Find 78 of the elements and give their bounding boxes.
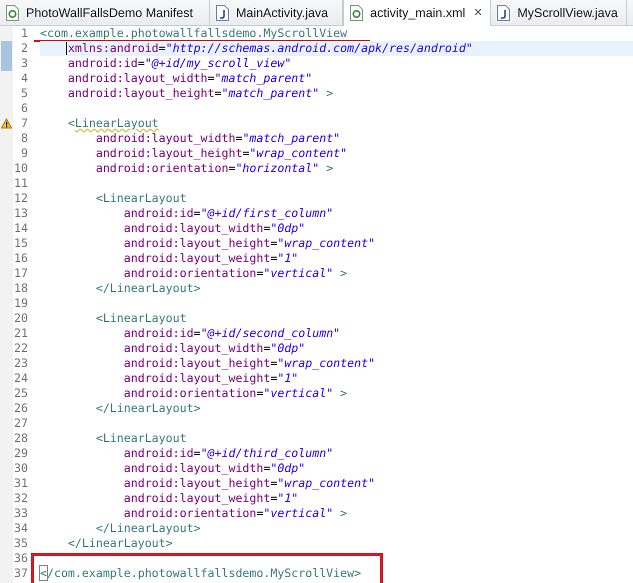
editor-tab[interactable]: activity_main.xml ✕ (343, 0, 492, 26)
code-line: android:layout_width="match_parent" (68, 71, 312, 86)
code-line: android:orientation="vertical" > (124, 386, 348, 401)
editor-tab[interactable]: PhotoWallFallsDemo Manifest (0, 0, 210, 25)
code-line: android:id="@+id/first_column" (124, 206, 334, 221)
line-number: 10 (13, 161, 29, 176)
code-line: <LinearLayout (96, 431, 187, 446)
code-line: xmlns:android="http://schemas.android.com/apk/res/android" (68, 41, 473, 56)
line-number: 9 (20, 146, 29, 161)
editor-tab[interactable]: MainActivity.java (210, 0, 344, 25)
code-line: android:layout_width="match_parent" (96, 131, 340, 146)
code-line: android:layout_height="wrap_content" (124, 236, 376, 251)
editor-tab[interactable]: MyScrollView.java (491, 0, 627, 25)
close-icon[interactable]: ✕ (473, 7, 482, 19)
code-line: <LinearLayout (96, 311, 187, 326)
line-number: 1 (20, 26, 29, 41)
line-number: 19 (13, 296, 29, 311)
line-number: 7 (20, 116, 29, 131)
code-line: android:layout_width="0dp" (124, 221, 306, 236)
line-number: 24 (13, 371, 29, 386)
line-number: 33 (13, 506, 29, 521)
code-line: <LinearLayout (96, 191, 187, 206)
code-line: android:layout_width="0dp" (124, 341, 306, 356)
java-file-icon (214, 4, 230, 20)
code-line: android:layout_height="wrap_content" (124, 476, 376, 491)
code-line: </LinearLayout> (68, 536, 173, 551)
line-number: 29 (13, 446, 29, 461)
xml-file-icon (5, 4, 20, 20)
code-line: android:orientation="vertical" > (124, 266, 348, 281)
line-number: 6 (20, 101, 29, 116)
line-number: 17 (13, 266, 29, 281)
xml-file-icon (349, 5, 364, 21)
code-line: android:layout_height="match_parent" > (68, 86, 334, 101)
line-number: 31 (13, 476, 29, 491)
line-number: 20 (13, 311, 29, 326)
code-line: android:layout_height="wrap_content" (96, 146, 348, 161)
code-line: android:id="@+id/my_scroll_view" (68, 56, 292, 71)
line-number: 5 (20, 86, 29, 101)
code-line: android:layout_width="0dp" (124, 461, 306, 476)
line-number: 12 (13, 191, 29, 206)
code-line: </com.example.photowallfallsdemo.MyScrollView> (40, 566, 362, 581)
code-line: android:layout_weight="1" (124, 371, 298, 386)
code-line: android:layout_weight="1" (124, 251, 298, 266)
line-number: 15 (13, 236, 29, 251)
line-number: 14 (13, 221, 29, 236)
line-number: 3 (20, 56, 29, 71)
line-number: 16 (13, 251, 29, 266)
line-number: 34 (13, 521, 29, 536)
code-line: </LinearLayout> (96, 281, 201, 296)
line-number: 4 (20, 71, 29, 86)
code-line: android:id="@+id/second_column" (124, 326, 340, 341)
line-number: 26 (13, 401, 29, 416)
line-number: 32 (13, 491, 29, 506)
code-line: </LinearLayout> (96, 521, 201, 536)
code-line: </LinearLayout> (96, 401, 201, 416)
line-number: 2 (20, 41, 29, 56)
line-number: 25 (13, 386, 29, 401)
line-number: 37 (13, 566, 29, 581)
line-number: 30 (13, 461, 29, 476)
line-number: 13 (13, 206, 29, 221)
java-file-icon (496, 4, 512, 20)
code-line: <LinearLayout (68, 116, 159, 131)
line-number: 35 (13, 536, 29, 551)
line-number: 21 (13, 326, 29, 341)
code-line: android:id="@+id/third_column" (124, 446, 334, 461)
line-number: 28 (13, 431, 29, 446)
code-line: android:orientation="horizontal" > (96, 161, 334, 176)
line-number: 11 (13, 176, 29, 191)
line-number: 23 (13, 356, 29, 371)
code-line: <com.example.photowallfallsdemo.MyScrollView (40, 26, 348, 41)
code-line: android:layout_height="wrap_content" (124, 356, 376, 371)
line-number: 8 (20, 131, 29, 146)
line-number: 22 (13, 341, 29, 356)
line-number: 27 (13, 416, 29, 431)
code-line: android:layout_weight="1" (124, 491, 298, 506)
code-line: android:orientation="vertical" > (124, 506, 348, 521)
line-number: 36 (13, 551, 29, 566)
line-number: 18 (13, 281, 29, 296)
